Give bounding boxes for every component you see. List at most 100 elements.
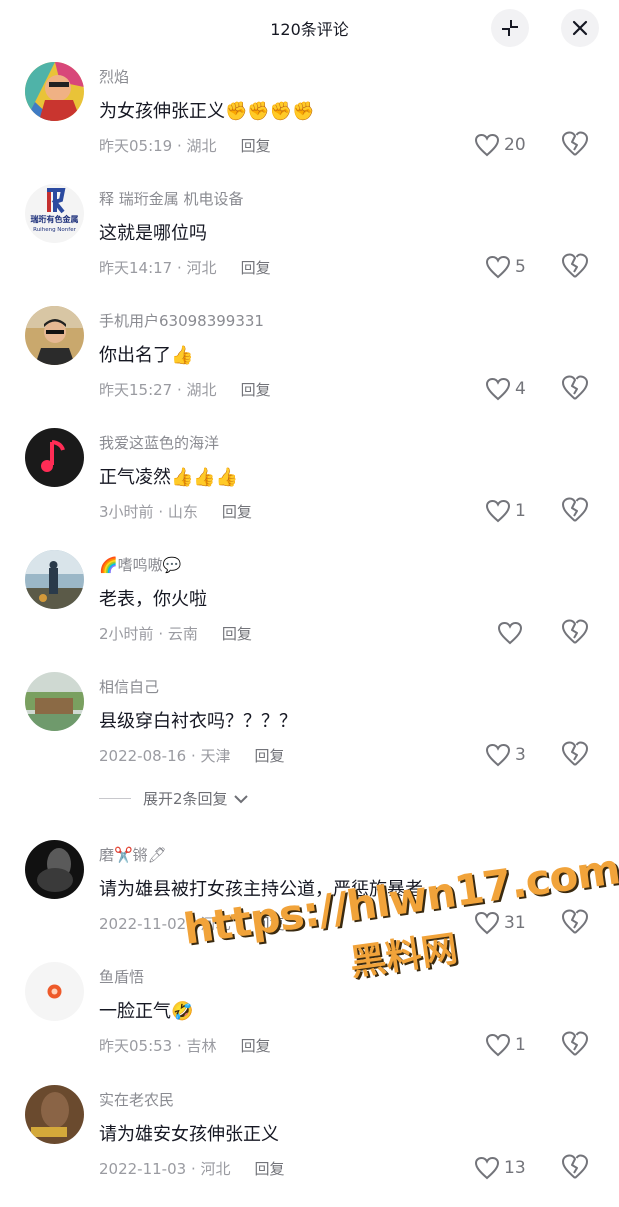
dislike-button[interactable]: [560, 374, 590, 404]
comment-time: 昨天05:19: [99, 137, 173, 155]
avatar[interactable]: 瑞珩有色金属 Ruiheng Nonfer: [25, 184, 84, 243]
close-button[interactable]: [561, 9, 599, 47]
comment-item: 手机用户63098399331 你出名了👍 昨天15:27 · 湖北 回复 4: [0, 306, 619, 428]
collapse-icon: [502, 20, 518, 36]
like-button[interactable]: 20: [474, 130, 526, 160]
comment-username[interactable]: 我爱这蓝色的海洋: [99, 432, 219, 453]
avatar[interactable]: [25, 1085, 84, 1144]
comment-time: 2022-11-02: [99, 915, 187, 933]
collapse-button[interactable]: [491, 9, 529, 47]
comment-time: 昨天15:27: [99, 381, 173, 399]
comment-meta: 2小时前 · 云南 回复: [99, 625, 252, 643]
comment-item: 相信自己 县级穿白衬衣吗？？？？ 2022-08-16 · 天津 回复 3: [0, 672, 619, 794]
comment-text: 这就是哪位吗: [99, 223, 207, 244]
avatar[interactable]: [25, 962, 84, 1021]
comment-text: 为女孩伸张正义✊✊✊✊: [99, 101, 315, 122]
comment-username[interactable]: 相信自己: [99, 676, 159, 697]
heart-icon: [497, 621, 523, 645]
comment-meta: 昨天14:17 · 河北 回复: [99, 259, 271, 277]
avatar[interactable]: [25, 62, 84, 121]
like-button[interactable]: 5: [485, 252, 526, 282]
dislike-button[interactable]: [560, 130, 590, 160]
like-count: 1: [515, 501, 526, 521]
close-icon: [572, 20, 588, 36]
heart-icon: [485, 255, 511, 279]
comment-meta: 3小时前 · 山东 回复: [99, 503, 252, 521]
broken-heart-icon: [562, 131, 589, 156]
dislike-button[interactable]: [560, 1030, 590, 1060]
comment-time: 2022-11-03: [99, 1160, 187, 1178]
like-count: 13: [504, 1158, 526, 1178]
broken-heart-icon: [562, 619, 589, 644]
comment-text: 老表，你火啦: [99, 589, 207, 610]
comment-text: 县级穿白衬衣吗？？？？: [99, 711, 297, 732]
comment-meta: 2022-11-03 · 河北 回复: [99, 1160, 285, 1178]
like-button[interactable]: 13: [474, 1153, 526, 1183]
comment-username[interactable]: 手机用户63098399331: [99, 310, 264, 331]
comment-item: 烈焰 为女孩伸张正义✊✊✊✊ 昨天05:19 · 湖北 回复 20: [0, 62, 619, 184]
reply-button[interactable]: 回复: [241, 137, 271, 155]
broken-heart-icon: [562, 1154, 589, 1179]
broken-heart-icon: [562, 253, 589, 278]
avatar[interactable]: [25, 672, 84, 731]
comment-location: 天津: [200, 747, 231, 765]
avatar[interactable]: [25, 428, 84, 487]
like-count: 20: [504, 135, 526, 155]
like-count: 3: [515, 745, 526, 765]
reply-button[interactable]: 回复: [255, 747, 285, 765]
comment-item: 🌈嗜鸣嗷💬 老表，你火啦 2小时前 · 云南 回复: [0, 550, 619, 672]
dislike-button[interactable]: [560, 618, 590, 648]
reply-button[interactable]: 回复: [241, 1037, 271, 1055]
comment-username[interactable]: 烈焰: [99, 66, 129, 87]
comment-username[interactable]: 实在老农民: [99, 1089, 174, 1110]
comment-username[interactable]: 鱼盾悟: [99, 966, 144, 987]
broken-heart-icon: [562, 1031, 589, 1056]
like-button[interactable]: 1: [485, 1030, 526, 1060]
comments-header: 120条评论: [0, 0, 619, 56]
chevron-down-icon: [233, 794, 248, 803]
comment-time: 昨天05:53: [99, 1037, 173, 1055]
comment-location: 山东: [167, 503, 198, 521]
comment-time: 3小时前: [99, 503, 154, 521]
dislike-button[interactable]: [560, 1153, 590, 1183]
divider: [99, 798, 131, 799]
comment-text: 请为雄安女孩伸张正义: [99, 1124, 279, 1145]
avatar[interactable]: [25, 306, 84, 365]
reply-button[interactable]: 回复: [255, 1160, 285, 1178]
reply-button[interactable]: 回复: [241, 381, 271, 399]
like-count: 4: [515, 379, 526, 399]
dislike-button[interactable]: [560, 496, 590, 526]
like-button[interactable]: 1: [485, 496, 526, 526]
comment-time: 2022-08-16: [99, 747, 187, 765]
comment-meta: 昨天05:53 · 吉林 回复: [99, 1037, 271, 1055]
avatar[interactable]: [25, 840, 84, 899]
comment-location: 河北: [186, 259, 217, 277]
comment-meta: 昨天05:19 · 湖北 回复: [99, 137, 271, 155]
comment-username[interactable]: 释 瑞珩金属 机电设备: [99, 188, 244, 209]
comment-location: 吉林: [186, 1037, 217, 1055]
comment-username[interactable]: 🌈嗜鸣嗷💬: [99, 554, 181, 575]
reply-button[interactable]: 回复: [241, 259, 271, 277]
like-button[interactable]: 4: [485, 374, 526, 404]
broken-heart-icon: [562, 497, 589, 522]
reply-button[interactable]: 回复: [222, 503, 252, 521]
comment-location: 河北: [200, 1160, 231, 1178]
expand-replies-label: 展开2条回复: [143, 790, 228, 808]
comment-location: 湖北: [186, 381, 217, 399]
comment-text: 正气凌然👍👍👍: [99, 467, 239, 488]
broken-heart-icon: [562, 741, 589, 766]
comment-meta: 昨天15:27 · 湖北 回复: [99, 381, 271, 399]
heart-icon: [485, 743, 511, 767]
avatar[interactable]: [25, 550, 84, 609]
like-button[interactable]: [497, 618, 527, 648]
reply-button[interactable]: 回复: [222, 625, 252, 643]
like-button[interactable]: 3: [485, 740, 526, 770]
expand-replies-button[interactable]: 展开2条回复: [99, 788, 250, 809]
comment-username[interactable]: 磨✂️锵🖊: [99, 844, 167, 865]
comment-meta: 2022-08-16 · 天津 回复: [99, 747, 285, 765]
dislike-button[interactable]: [560, 252, 590, 282]
comment-text: 一脸正气🤣: [99, 1001, 194, 1022]
heart-icon: [485, 377, 511, 401]
dislike-button[interactable]: [560, 740, 590, 770]
comment-location: 湖北: [186, 137, 217, 155]
